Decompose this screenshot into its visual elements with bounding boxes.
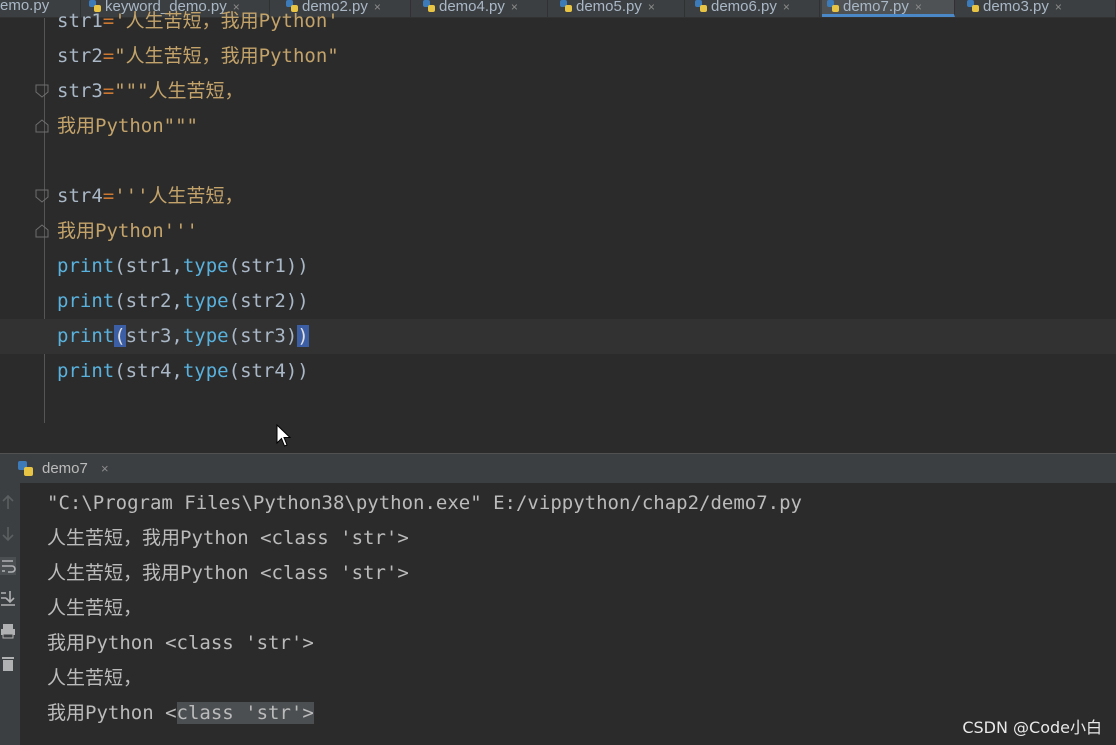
fold-open-icon[interactable] (35, 189, 49, 203)
run-panel-header: demo7 × (0, 453, 1116, 483)
print-icon[interactable] (0, 622, 16, 640)
trash-icon[interactable] (0, 654, 16, 672)
code-token: ( (114, 255, 126, 277)
run-tab-demo7[interactable]: demo7 × (0, 454, 120, 483)
fold-open-icon[interactable] (35, 84, 49, 98)
code-token: type (182, 290, 229, 312)
code-token: type (182, 325, 229, 347)
code-token: ) (297, 255, 309, 277)
code-token: str1 (57, 10, 103, 32)
code-line[interactable]: 我用Python''' (0, 214, 1116, 249)
console-output[interactable]: "C:\Program Files\Python38\python.exe" E… (20, 483, 1116, 745)
console-command-line: "C:\Program Files\Python38\python.exe" E… (47, 492, 802, 514)
selected-text[interactable]: class 'str'> (176, 702, 314, 724)
code-token: ( (114, 360, 126, 382)
console-line: 人生苦短，我用Python <class 'str'> (47, 562, 409, 584)
fold-close-icon[interactable] (35, 119, 49, 133)
fold-close-icon[interactable] (35, 224, 49, 238)
code-token: print (57, 325, 115, 347)
code-token: = (102, 10, 115, 32)
code-token: print (57, 360, 115, 382)
mouse-pointer-icon (276, 424, 292, 447)
code-editor[interactable]: str1='人生苦短，我用Python' str2="人生苦短，我用Python… (0, 10, 1116, 423)
code-line[interactable]: print(str1,type(str1)) (0, 249, 1116, 284)
soft-wrap-icon[interactable] (0, 557, 16, 575)
console-text: 我用Python < (47, 702, 177, 724)
run-tab-label: demo7 (42, 460, 88, 477)
code-token: (str1) (228, 255, 298, 277)
watermark: CSDN @Code小白 (962, 718, 1102, 737)
code-token: "人生苦短，我用Python" (114, 45, 339, 67)
code-token: '''人生苦短， (114, 185, 244, 207)
code-token: print (57, 290, 115, 312)
code-token: str4 (57, 185, 103, 207)
code-token: type (182, 360, 229, 382)
code-token: 我用Python""" (57, 115, 198, 137)
console-line: 我用Python <class 'str'> (47, 632, 314, 654)
code-token: str3, (125, 325, 183, 347)
console-line: 人生苦短，我用Python <class 'str'> (47, 527, 409, 549)
code-token: = (102, 45, 115, 67)
arrow-down-icon[interactable] (0, 525, 16, 543)
close-icon[interactable]: × (101, 454, 109, 483)
code-token: (str4) (228, 360, 298, 382)
code-line[interactable]: print(str4,type(str4)) (0, 354, 1116, 389)
matched-brace: ( (114, 325, 126, 347)
code-token: ( (114, 290, 126, 312)
code-token: """人生苦短， (114, 80, 244, 102)
console-line: 我用Python <class 'str'> (47, 696, 314, 731)
code-token: = (102, 185, 115, 207)
code-line[interactable]: str4='''人生苦短， (0, 179, 1116, 214)
code-token: (str3) (228, 325, 298, 347)
code-token: ) (297, 360, 309, 382)
code-line[interactable]: str3="""人生苦短， (0, 74, 1116, 109)
code-token: = (102, 80, 115, 102)
code-line[interactable]: str2="人生苦短，我用Python" (0, 39, 1116, 74)
code-token: ) (297, 290, 309, 312)
code-token: '人生苦短，我用Python' (114, 10, 339, 32)
code-token: print (57, 255, 115, 277)
code-token: str3 (57, 80, 103, 102)
arrow-up-icon[interactable] (0, 493, 16, 511)
scroll-to-end-icon[interactable] (0, 589, 16, 607)
code-token: type (182, 255, 229, 277)
run-toolbar (0, 483, 20, 745)
python-file-icon (18, 461, 33, 476)
code-token: 我用Python''' (57, 220, 198, 242)
code-token: str2, (125, 290, 183, 312)
code-line[interactable]: 我用Python""" (0, 109, 1116, 144)
code-line[interactable]: print(str2,type(str2)) (0, 284, 1116, 319)
code-line[interactable]: str1='人生苦短，我用Python' (0, 4, 1116, 39)
console-line: 人生苦短， (47, 667, 143, 689)
matched-brace: ) (297, 325, 309, 347)
code-line-current[interactable]: print(str3,type(str3)) (0, 319, 1116, 354)
code-token: str1, (125, 255, 183, 277)
code-token: str4, (125, 360, 183, 382)
code-token: (str2) (228, 290, 298, 312)
console-line: 人生苦短， (47, 597, 143, 619)
code-token: str2 (57, 45, 103, 67)
